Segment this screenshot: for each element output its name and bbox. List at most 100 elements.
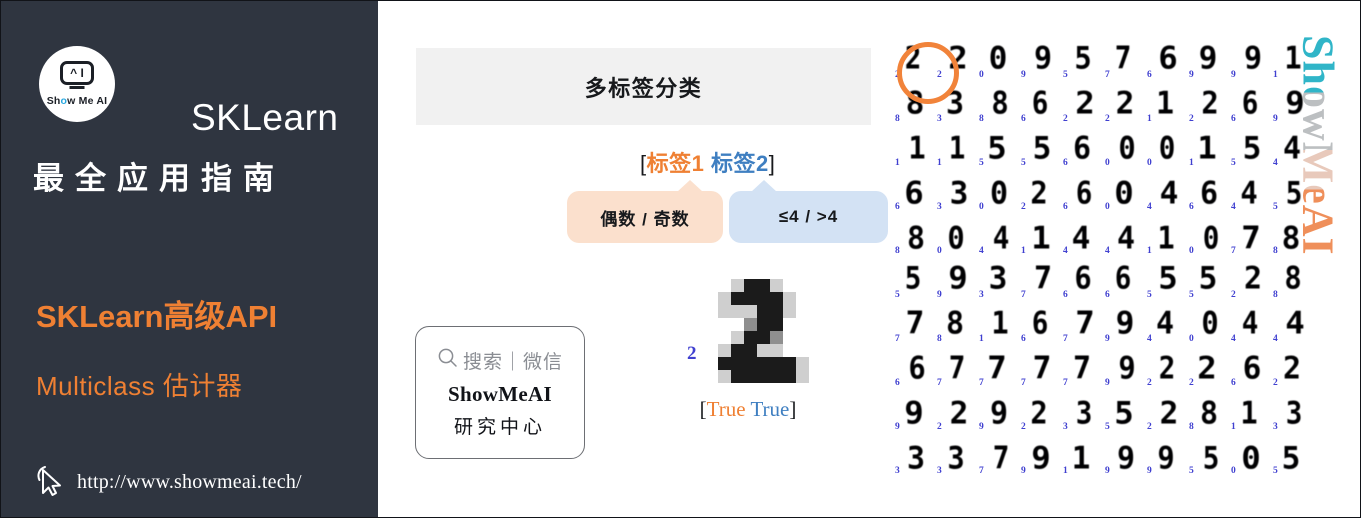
- digit-index-label: 3: [937, 201, 942, 212]
- sample-pixel: [705, 357, 718, 370]
- legend-label-2: 标签2: [711, 151, 769, 176]
- digit-cell: 44: [1146, 171, 1188, 215]
- wechat-search-card[interactable]: 搜索｜微信 ShowMeAI 研究中心: [415, 326, 585, 459]
- digit-index-label: 4: [1147, 333, 1152, 344]
- digit-glyph: 5: [1281, 440, 1301, 477]
- digit-index-label: 1: [1273, 69, 1278, 80]
- sample-pixel: [796, 318, 809, 331]
- sample-pixel: [770, 318, 783, 331]
- digit-glyph: 2: [1282, 350, 1302, 387]
- digit-cell: 66: [1230, 347, 1272, 391]
- mouse-pointer-icon: [35, 463, 65, 502]
- digit-glyph: 2: [904, 40, 922, 77]
- sample-pixel: [770, 305, 783, 318]
- digit-index-label: 7: [1021, 377, 1026, 388]
- digit-cell: 44: [1272, 303, 1314, 347]
- digit-glyph: 7: [1032, 350, 1052, 387]
- digit-cell: 44: [1230, 303, 1272, 347]
- sample-pixel: [796, 331, 809, 344]
- digit-glyph: 0: [1114, 175, 1134, 212]
- digit-index-label: 7: [895, 333, 900, 344]
- digit-cell: 22: [1062, 83, 1104, 127]
- digit-cell: 00: [1188, 303, 1230, 347]
- digit-glyph: 6: [908, 350, 926, 387]
- digit-glyph: 8: [1281, 220, 1301, 257]
- sample-pixel: [705, 331, 718, 344]
- digit-cell: 22: [1272, 347, 1314, 391]
- digit-cell: 22: [1020, 391, 1062, 435]
- digit-glyph: 1: [1197, 130, 1217, 167]
- digit-glyph: 6: [1074, 260, 1092, 297]
- digit-cell: 88: [1188, 391, 1230, 435]
- sample-pixel: [757, 318, 770, 331]
- sample-digit-image: [705, 279, 809, 383]
- sample-digit-wrap: 2: [687, 279, 809, 387]
- digit-cell: 88: [1272, 259, 1314, 303]
- digit-cell: 88: [936, 303, 978, 347]
- footer-url-row[interactable]: http://www.showmeai.tech/: [35, 463, 302, 502]
- digit-index-label: 7: [937, 377, 942, 388]
- sample-pixel: [783, 370, 796, 383]
- digit-glyph: 1: [1155, 85, 1175, 122]
- digit-index-label: 5: [1105, 421, 1110, 432]
- digit-index-label: 9: [1189, 69, 1194, 80]
- digit-cell: 11: [1272, 39, 1314, 83]
- digit-glyph: 4: [1241, 305, 1259, 342]
- sample-pixel: [718, 357, 731, 370]
- digit-glyph: 0: [1201, 305, 1219, 342]
- digit-glyph: 1: [1031, 220, 1051, 257]
- digit-index-label: 8: [895, 245, 900, 256]
- digit-index-label: 2: [937, 69, 942, 80]
- sample-pixel: [744, 279, 757, 292]
- digit-glyph: 9: [948, 260, 968, 297]
- digit-cell: 55: [1272, 171, 1314, 215]
- sample-pixel: [796, 305, 809, 318]
- digit-glyph: 6: [1158, 40, 1178, 77]
- digit-index-label: 9: [937, 289, 942, 300]
- pred-value-2: True: [750, 397, 790, 421]
- digit-cell: 44: [1104, 215, 1146, 259]
- digit-index-label: 9: [979, 421, 984, 432]
- digit-index-label: 2: [895, 69, 900, 80]
- digit-index-label: 8: [895, 113, 900, 124]
- digit-cell: 22: [1188, 83, 1230, 127]
- digit-glyph: 9: [1118, 350, 1136, 387]
- digit-index-label: 8: [1189, 421, 1194, 432]
- sample-pixel: [770, 370, 783, 383]
- digit-index-label: 7: [1063, 333, 1068, 344]
- digit-glyph: 4: [1155, 305, 1175, 342]
- digit-index-label: 6: [1021, 113, 1026, 124]
- digit-index-label: 6: [1189, 201, 1194, 212]
- logo-wordmark-post: w Me AI: [67, 95, 108, 107]
- digit-index-label: 4: [1147, 201, 1152, 212]
- digit-glyph: 5: [1202, 440, 1220, 477]
- digit-cell: 66: [1062, 171, 1104, 215]
- digit-index-label: 6: [1063, 157, 1068, 168]
- digit-cell: 22: [1020, 171, 1062, 215]
- digit-index-label: 3: [979, 289, 984, 300]
- sample-pixel: [718, 305, 731, 318]
- digit-glyph: 7: [948, 350, 966, 387]
- digit-index-label: 3: [1273, 421, 1278, 432]
- digit-index-label: 4: [1273, 157, 1278, 168]
- digit-cell: 11: [1062, 435, 1104, 479]
- wechat-search-row: 搜索｜微信: [437, 347, 563, 374]
- digit-cell: 66: [1188, 171, 1230, 215]
- sample-pixel: [718, 331, 731, 344]
- digit-cell: 11: [1188, 127, 1230, 171]
- sample-pixel: [757, 279, 770, 292]
- digit-index-label: 4: [1063, 245, 1068, 256]
- digit-cell: 00: [978, 39, 1020, 83]
- digit-cell: 99: [1272, 83, 1314, 127]
- digit-cell: 77: [1230, 215, 1272, 259]
- digit-cell: 00: [978, 171, 1020, 215]
- callout-threshold: ≤4 / >4: [729, 180, 888, 243]
- digit-cell: 33: [936, 83, 978, 127]
- digit-cell: 55: [1188, 435, 1230, 479]
- digit-index-label: 9: [1105, 465, 1110, 476]
- sample-pixel: [796, 370, 809, 383]
- digit-index-label: 7: [979, 377, 984, 388]
- page-title: 多标签分类: [584, 75, 703, 101]
- digit-index-label: 2: [1147, 377, 1152, 388]
- digit-glyph: 3: [906, 440, 926, 477]
